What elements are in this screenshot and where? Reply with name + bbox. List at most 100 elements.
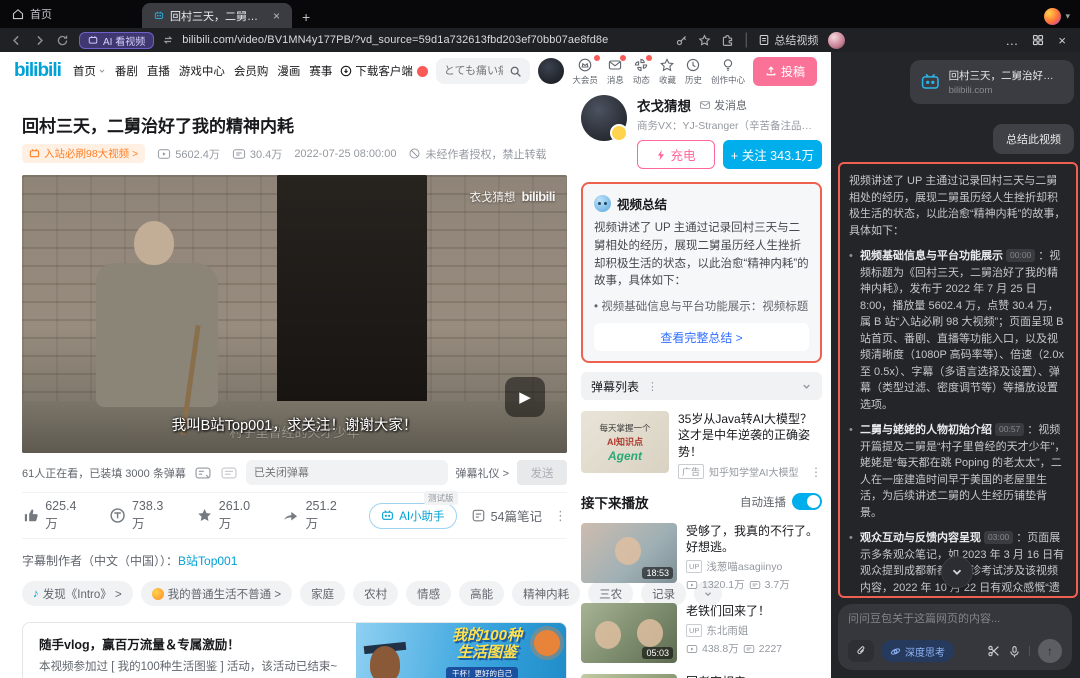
search-box[interactable] bbox=[436, 58, 531, 84]
source-page-card[interactable]: 回村三天，二舅治好了我的... bilibili.com bbox=[910, 60, 1074, 104]
menu-history[interactable]: 历史 bbox=[685, 57, 702, 86]
video-thumbnail[interactable]: 05:03 bbox=[581, 603, 677, 663]
like-button[interactable]: 625.4万 bbox=[22, 499, 85, 532]
video-thumbnail[interactable]: 18:53 bbox=[581, 523, 677, 583]
play-button[interactable]: ▶ bbox=[505, 377, 545, 417]
forward-icon[interactable] bbox=[33, 34, 46, 47]
nav-bangumi[interactable]: 番剧 bbox=[115, 63, 138, 79]
key-icon[interactable] bbox=[675, 34, 688, 47]
video-title[interactable]: 受够了，我真的不行了。好想逃。 bbox=[686, 523, 822, 555]
ad-title[interactable]: 35岁从Java转AI大模型？这才是中年逆袭的正确姿势！ bbox=[678, 411, 822, 460]
up-next-item[interactable]: 00:12 回老家相亲 UP水乐姐 10.3万 43 bbox=[581, 674, 822, 678]
coin-button[interactable]: 738.3万 bbox=[109, 499, 172, 532]
timestamp-chip[interactable]: 03:00 bbox=[984, 531, 1013, 544]
uploader-name[interactable]: 衣戈猜想 bbox=[637, 95, 691, 115]
search-icon[interactable] bbox=[509, 65, 522, 78]
subtitle-author-link[interactable]: B站Top001 bbox=[178, 554, 237, 568]
timestamp-chip[interactable]: 00:00 bbox=[1006, 249, 1035, 262]
swap-arrows-icon[interactable] bbox=[162, 34, 174, 46]
notes-button[interactable]: 54篇笔记 bbox=[471, 506, 542, 525]
back-icon[interactable] bbox=[10, 34, 23, 47]
danmaku-etiquette-link[interactable]: 弹幕礼仪 > bbox=[456, 465, 509, 481]
user-avatar[interactable] bbox=[538, 58, 564, 84]
scroll-to-bottom-button[interactable] bbox=[941, 556, 973, 588]
video-player[interactable]: 衣戈猜想 bilibili 村子里曾经的天才少年 我叫B站Top001，求关注！… bbox=[22, 175, 567, 453]
ai-assistant-button[interactable]: 测试版 AI小助手 bbox=[369, 503, 456, 529]
menu-messages[interactable]: 消息 bbox=[607, 57, 624, 86]
send-button[interactable]: ↑ bbox=[1038, 639, 1062, 663]
menu-favorites[interactable]: 收藏 bbox=[659, 57, 676, 86]
search-input[interactable] bbox=[444, 65, 504, 77]
danmaku-list-menu-icon[interactable]: ⋮ bbox=[647, 380, 658, 393]
url-text[interactable]: bilibili.com/video/BV1MN4y177PB/?vd_sour… bbox=[182, 34, 608, 46]
chat-input[interactable] bbox=[848, 613, 1062, 625]
reload-icon[interactable] bbox=[56, 34, 69, 47]
banner-art[interactable]: 我的100种 生活图鉴 干杯！更好的自己 bbox=[356, 622, 566, 678]
nav-live[interactable]: 直播 bbox=[147, 63, 170, 79]
menu-creator-center[interactable]: 创作中心 bbox=[711, 57, 745, 86]
tag-music[interactable]: ♪发现《Intro》 > bbox=[22, 581, 133, 606]
tab-close-icon[interactable]: × bbox=[273, 9, 280, 23]
danmaku-list-bar[interactable]: 弹幕列表 ⋮ bbox=[581, 372, 822, 400]
tab-home[interactable]: 首页 bbox=[0, 0, 64, 28]
uploader-name[interactable]: 东北雨姐 bbox=[706, 623, 748, 638]
nav-esports[interactable]: 赛事 bbox=[309, 63, 332, 79]
tag[interactable]: 高能 bbox=[459, 581, 504, 606]
video-thumbnail[interactable]: 00:12 bbox=[581, 674, 677, 678]
panel-grid-icon[interactable] bbox=[1032, 34, 1044, 46]
extension-avatar[interactable] bbox=[828, 32, 845, 49]
danmaku-toggle-icon[interactable] bbox=[194, 464, 212, 482]
tag[interactable]: 农村 bbox=[353, 581, 398, 606]
timestamp-chip[interactable]: 00:57 bbox=[995, 423, 1024, 436]
activity-banner[interactable]: 随手vlog，赢百万流量＆专属激励！ 本视频参加过 [ 我的100种生活图鉴 ]… bbox=[22, 622, 567, 678]
mic-icon[interactable] bbox=[1008, 645, 1021, 658]
danmaku-settings-icon[interactable] bbox=[220, 464, 238, 482]
message-link[interactable]: 发消息 bbox=[699, 97, 747, 113]
download-client-button[interactable]: 下载客户端 bbox=[340, 63, 428, 79]
ad-menu-icon[interactable]: ⋮ bbox=[810, 465, 822, 479]
danmaku-input-wrap[interactable] bbox=[246, 460, 448, 485]
bilibili-logo[interactable]: bilibili bbox=[14, 60, 61, 82]
follow-button[interactable]: + 关注 343.1万 bbox=[723, 140, 822, 169]
ai-watch-video-badge[interactable]: AI 看视频 bbox=[79, 32, 154, 49]
post-button[interactable]: 投稿 bbox=[753, 57, 817, 86]
attach-button[interactable] bbox=[848, 640, 874, 662]
new-tab-button[interactable]: + bbox=[302, 10, 310, 24]
panel-more-icon[interactable]: … bbox=[1005, 33, 1018, 48]
menu-vip[interactable]: 大会员 bbox=[572, 57, 598, 86]
nav-manga[interactable]: 漫画 bbox=[277, 63, 300, 79]
nav-home[interactable]: 首页 bbox=[73, 63, 106, 79]
tag-activity[interactable]: 我的普通生活不普通 > bbox=[141, 581, 292, 606]
tag[interactable]: 精神内耗 bbox=[512, 581, 580, 606]
share-button[interactable]: 251.2万 bbox=[282, 499, 345, 532]
send-danmaku-button[interactable]: 发送 bbox=[517, 460, 567, 485]
tag[interactable]: 情感 bbox=[406, 581, 451, 606]
ad-thumbnail[interactable]: 每天掌握一个 AI知识点 Agent bbox=[581, 411, 669, 473]
hot-rank-badge[interactable]: 入站必刷98大视频 > bbox=[22, 144, 145, 163]
favorite-button[interactable]: 261.0万 bbox=[196, 499, 259, 532]
menu-feed[interactable]: 动态 bbox=[633, 57, 650, 86]
video-title[interactable]: 回老家相亲 bbox=[686, 674, 822, 678]
nav-vip-shop[interactable]: 会员购 bbox=[234, 63, 269, 79]
up-next-item[interactable]: 05:03 老铁们回来了！ UP东北雨姐 438.8万 2227 bbox=[581, 603, 822, 663]
view-full-summary-button[interactable]: 查看完整总结 > bbox=[594, 323, 809, 351]
nav-game-center[interactable]: 游戏中心 bbox=[179, 63, 225, 79]
up-next-item[interactable]: 18:53 受够了，我真的不行了。好想逃。 UP浅葱喵asagiinyo 132… bbox=[581, 523, 822, 592]
bookmark-star-icon[interactable] bbox=[698, 34, 711, 47]
uploader-avatar[interactable] bbox=[581, 95, 627, 141]
charge-button[interactable]: 充电 bbox=[637, 140, 715, 169]
screenshot-scissors-icon[interactable] bbox=[987, 644, 1001, 658]
browser-profile[interactable]: ▾ bbox=[1044, 8, 1070, 25]
uploader-name[interactable]: 浅葱喵asagiinyo bbox=[706, 559, 782, 574]
panel-close-icon[interactable]: × bbox=[1058, 33, 1066, 48]
deep-think-toggle[interactable]: 深度思考 bbox=[881, 640, 954, 662]
tag[interactable]: 家庭 bbox=[300, 581, 345, 606]
chat-input-card[interactable]: 深度思考 | ↑ bbox=[838, 604, 1072, 670]
extension-icon[interactable] bbox=[721, 34, 734, 47]
summarize-video-button[interactable]: 总结视频 bbox=[758, 32, 818, 48]
autoplay-toggle[interactable] bbox=[792, 493, 822, 510]
danmaku-input[interactable] bbox=[254, 467, 440, 479]
chevron-down-icon[interactable] bbox=[801, 381, 812, 392]
tab-active[interactable]: 回村三天，二舅治好了我 × bbox=[142, 3, 292, 28]
video-title[interactable]: 老铁们回来了！ bbox=[686, 603, 822, 619]
